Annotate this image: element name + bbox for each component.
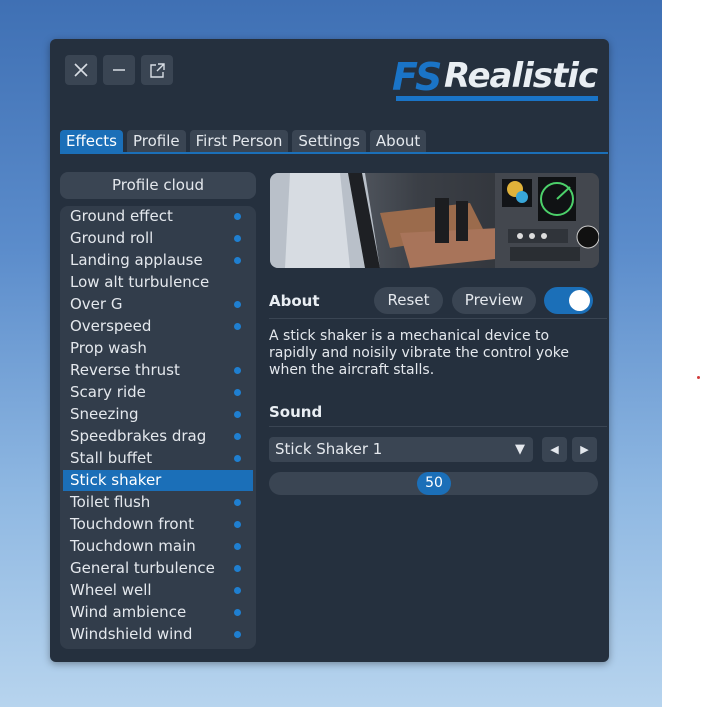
effect-label: Touchdown main <box>70 537 196 555</box>
effect-label: Toilet flush <box>70 493 151 511</box>
tab-bar: Effects Profile First Person Settings Ab… <box>60 130 427 152</box>
previous-sound-button[interactable]: ◀ <box>542 437 567 462</box>
enabled-dot-icon <box>234 367 241 374</box>
effect-list-item[interactable]: Reverse thrust <box>63 360 253 381</box>
effect-label: Overspeed <box>70 317 152 335</box>
effect-list-item[interactable]: Overspeed <box>63 316 253 337</box>
enabled-dot-icon <box>234 587 241 594</box>
sound-heading: Sound <box>269 403 323 421</box>
enabled-dot-icon <box>234 213 241 220</box>
enabled-dot-icon <box>234 565 241 572</box>
effect-list-item[interactable]: Low alt turbulence <box>63 272 253 293</box>
enabled-dot-icon <box>234 455 241 462</box>
effect-list-item[interactable]: Sneezing <box>63 404 253 425</box>
enabled-dot-icon <box>234 323 241 330</box>
stray-pixel <box>697 376 700 379</box>
close-icon <box>74 63 88 77</box>
effect-label: Touchdown front <box>70 515 194 533</box>
minimize-button[interactable] <box>103 55 135 85</box>
profile-cloud-button[interactable]: Profile cloud <box>60 172 256 199</box>
effect-label: Speedbrakes drag <box>70 427 207 445</box>
effects-list: Ground effect Ground roll Landing applause… <box>60 206 256 649</box>
effect-list-item[interactable]: Stall buffet <box>63 448 253 469</box>
effect-description: A stick shaker is a mechanical device to… <box>269 328 569 378</box>
effect-list-item[interactable]: Landing applause <box>63 250 253 271</box>
effect-list-item[interactable]: Scary ride <box>63 382 253 403</box>
effect-label: Reverse thrust <box>70 361 180 379</box>
effect-label: Ground effect <box>70 207 173 225</box>
enabled-dot-icon <box>234 433 241 440</box>
effect-label: Wheel well <box>70 581 152 599</box>
enabled-dot-icon <box>234 257 241 264</box>
effect-list-item[interactable]: Stick shaker <box>63 470 253 491</box>
fsrealistic-window: FS Realistic Effects Profile First Perso… <box>50 39 609 662</box>
enabled-dot-icon <box>234 411 241 418</box>
next-sound-button[interactable]: ▶ <box>572 437 597 462</box>
volume-slider[interactable]: 50 <box>269 472 598 495</box>
logo-underline <box>396 96 598 101</box>
effect-list-item[interactable]: Touchdown main <box>63 536 253 557</box>
effect-list-item[interactable]: Prop wash <box>63 338 253 359</box>
effect-label: Landing applause <box>70 251 203 269</box>
tab-settings[interactable]: Settings <box>292 130 366 152</box>
enabled-dot-icon <box>234 389 241 396</box>
effect-label: Stall buffet <box>70 449 153 467</box>
effect-label: Ground roll <box>70 229 154 247</box>
effect-list-item[interactable]: Ground effect <box>63 206 253 227</box>
effect-illustration <box>270 173 599 268</box>
tab-about[interactable]: About <box>369 130 427 152</box>
effect-list-item[interactable]: Speedbrakes drag <box>63 426 253 447</box>
effect-enabled-toggle[interactable] <box>544 287 593 314</box>
effect-list-item[interactable]: General turbulence <box>63 558 253 579</box>
effect-list-item[interactable]: Over G <box>63 294 253 315</box>
caret-down-icon: ▼ <box>515 442 525 457</box>
effect-label: Scary ride <box>70 383 146 401</box>
about-heading: About <box>269 292 320 310</box>
effect-list-item[interactable]: Wind ambience <box>63 602 253 623</box>
logo-text: Realistic <box>444 56 598 96</box>
about-divider <box>269 318 607 319</box>
reset-button[interactable]: Reset <box>374 287 443 314</box>
cockpit-image <box>270 173 599 268</box>
logo-fs: FS <box>392 55 442 99</box>
effect-label: Prop wash <box>70 339 147 357</box>
minimize-icon <box>113 69 125 71</box>
effect-list-item[interactable]: Windshield wind <box>63 624 253 645</box>
enabled-dot-icon <box>234 609 241 616</box>
app-logo: FS Realistic <box>392 53 599 103</box>
effect-label: Stick shaker <box>70 471 162 489</box>
sound-divider <box>269 426 607 427</box>
effect-list-item[interactable]: Touchdown front <box>63 514 253 535</box>
effect-list-item[interactable]: Wheel well <box>63 580 253 601</box>
effect-label: Wind ambience <box>70 603 187 621</box>
caret-left-icon: ◀ <box>550 443 559 456</box>
effect-label: General turbulence <box>70 559 215 577</box>
sound-select-value: Stick Shaker 1 <box>275 440 383 458</box>
popout-icon <box>149 62 165 78</box>
volume-slider-handle[interactable]: 50 <box>417 472 451 495</box>
effect-header-row: About Reset Preview <box>269 287 599 317</box>
caret-right-icon: ▶ <box>580 443 589 456</box>
enabled-dot-icon <box>234 301 241 308</box>
tab-first-person[interactable]: First Person <box>189 130 289 152</box>
enabled-dot-icon <box>234 543 241 550</box>
enabled-dot-icon <box>234 631 241 638</box>
effect-label: Low alt turbulence <box>70 273 210 291</box>
sound-select[interactable]: Stick Shaker 1 ▼ <box>269 437 533 462</box>
tab-profile[interactable]: Profile <box>126 130 186 152</box>
tab-underline <box>60 152 608 154</box>
toggle-knob <box>569 290 590 311</box>
effect-label: Windshield wind <box>70 625 193 643</box>
effect-list-item[interactable]: Ground roll <box>63 228 253 249</box>
close-button[interactable] <box>65 55 97 85</box>
popout-button[interactable] <box>141 55 173 85</box>
effect-label: Over G <box>70 295 123 313</box>
enabled-dot-icon <box>234 235 241 242</box>
effect-label: Sneezing <box>70 405 139 423</box>
enabled-dot-icon <box>234 521 241 528</box>
enabled-dot-icon <box>234 499 241 506</box>
preview-button[interactable]: Preview <box>452 287 536 314</box>
effect-list-item[interactable]: Toilet flush <box>63 492 253 513</box>
tab-effects[interactable]: Effects <box>60 130 123 152</box>
